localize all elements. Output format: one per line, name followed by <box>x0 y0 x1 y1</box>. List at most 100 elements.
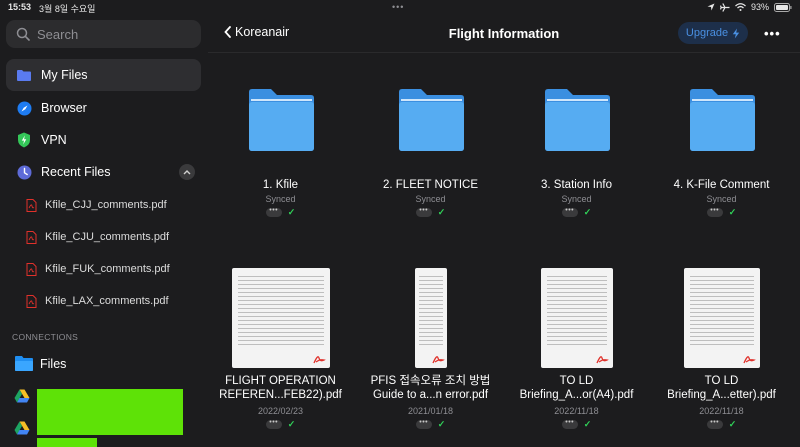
chevron-up-icon <box>183 170 191 175</box>
item-more-button[interactable]: ••• <box>415 207 432 217</box>
item-more-button[interactable]: ••• <box>706 207 723 217</box>
multitasking-handle[interactable]: ••• <box>392 2 404 12</box>
shield-icon <box>16 132 32 148</box>
sidebar-item-my-files[interactable]: My Files <box>6 59 201 91</box>
location-icon <box>707 3 715 11</box>
document-name-line2: Briefing_A...etter).pdf <box>667 389 776 401</box>
connection-google-drive[interactable] <box>14 389 30 403</box>
sidebar-item-label: My Files <box>41 68 88 82</box>
pdf-icon <box>311 351 327 365</box>
document-item[interactable]: PFIS 접속오류 조치 방법 Guide to a...n error.pdf… <box>358 268 503 430</box>
sidebar-item-recent-files[interactable]: Recent Files <box>6 156 201 188</box>
recent-file-item[interactable]: Kfile_CJJ_comments.pdf <box>26 195 167 215</box>
folder-item[interactable]: 4. K-File Comment Synced ••• ✓ <box>649 88 794 218</box>
status-bar-right: 93% <box>707 2 792 12</box>
sidebar-item-label: Browser <box>41 101 87 115</box>
document-name-line1: TO LD <box>704 375 739 387</box>
folder-item[interactable]: 3. Station Info Synced ••• ✓ <box>504 88 649 218</box>
search-placeholder: Search <box>37 26 79 42</box>
pdf-thumbnail <box>683 268 760 368</box>
sync-status: Synced <box>561 194 592 204</box>
item-more-button[interactable]: ••• <box>706 419 723 429</box>
folder-icon <box>544 89 610 151</box>
folder-name: 1. Kfile <box>262 179 299 191</box>
connection-google-drive[interactable] <box>14 421 30 435</box>
header-divider <box>208 52 800 53</box>
synced-check-icon: ✓ <box>287 207 296 217</box>
recent-file-name: Kfile_FUK_comments.pdf <box>45 263 170 275</box>
item-more-button[interactable]: ••• <box>265 419 282 429</box>
search-input[interactable]: Search <box>6 20 201 48</box>
connection-label: Files <box>40 356 67 371</box>
recent-file-item[interactable]: Kfile_FUK_comments.pdf <box>26 259 170 279</box>
document-date: 2022/11/18 <box>699 406 744 416</box>
document-item[interactable]: TO LD Briefing_A...etter).pdf 2022/11/18… <box>649 268 794 430</box>
recent-file-item[interactable]: Kfile_LAX_comments.pdf <box>26 291 169 311</box>
files-app-icon <box>15 356 33 371</box>
synced-check-icon: ✓ <box>437 419 446 429</box>
synced-check-icon: ✓ <box>728 419 737 429</box>
sidebar-item-label: VPN <box>41 133 67 147</box>
recent-file-name: Kfile_CJU_comments.pdf <box>45 231 170 243</box>
folder-name: 2. FLEET NOTICE <box>382 179 478 191</box>
recent-file-name: Kfile_CJJ_comments.pdf <box>45 199 167 211</box>
sidebar-item-browser[interactable]: Browser <box>6 92 201 124</box>
sync-status: Synced <box>265 194 296 204</box>
pdf-icon <box>741 351 757 365</box>
status-date: 3월 8일 수요일 <box>39 4 96 14</box>
folder-icon <box>689 89 755 151</box>
redacted-block <box>37 438 97 447</box>
folder-name: 3. Station Info <box>541 179 612 191</box>
connections-heading: CONNECTIONS <box>12 332 79 342</box>
search-icon <box>16 27 30 41</box>
synced-check-icon: ✓ <box>583 207 592 217</box>
connection-files[interactable]: Files <box>14 355 66 372</box>
sidebar: 15:53 3월 8일 수요일 Search My Files Browser … <box>0 0 208 447</box>
wifi-icon <box>735 3 746 11</box>
pdf-icon <box>594 351 610 365</box>
sidebar-item-label: Recent Files <box>41 165 111 179</box>
sync-status: Synced <box>706 194 737 204</box>
item-more-button[interactable]: ••• <box>561 207 578 217</box>
document-name-line1: TO LD <box>559 375 594 387</box>
folder-item[interactable]: 2. FLEET NOTICE Synced ••• ✓ <box>358 88 503 218</box>
document-item[interactable]: FLIGHT OPERATION REFEREN...FEB22).pdf 20… <box>208 268 353 430</box>
document-date: 2022/11/18 <box>554 406 599 416</box>
pdf-thumbnail <box>414 268 447 368</box>
document-name-line2: Guide to a...n error.pdf <box>372 389 489 401</box>
item-more-button[interactable]: ••• <box>265 207 282 217</box>
sidebar-item-vpn[interactable]: VPN <box>6 124 201 156</box>
pdf-thumbnail <box>231 268 330 368</box>
folder-item[interactable]: 1. Kfile Synced ••• ✓ <box>208 88 353 218</box>
document-name-line1: PFIS 접속오류 조치 방법 <box>370 375 491 387</box>
folder-icon <box>398 89 464 151</box>
pdf-file-icon <box>26 230 37 244</box>
compass-icon <box>16 100 32 116</box>
recent-file-name: Kfile_LAX_comments.pdf <box>45 295 169 307</box>
pdf-thumbnail <box>540 268 613 368</box>
pdf-file-icon <box>26 198 37 212</box>
sync-status: Synced <box>415 194 446 204</box>
collapse-recent-button[interactable] <box>179 164 195 180</box>
clock-icon <box>16 164 32 180</box>
lightning-icon <box>732 28 740 38</box>
recent-file-item[interactable]: Kfile_CJU_comments.pdf <box>26 227 169 247</box>
document-date: 2022/02/23 <box>257 406 304 416</box>
document-name-line1: FLIGHT OPERATION <box>225 375 336 387</box>
pdf-file-icon <box>26 262 37 276</box>
document-name-line2: REFEREN...FEB22).pdf <box>219 389 342 401</box>
more-options-button[interactable]: ••• <box>764 26 781 41</box>
battery-percent: 93% <box>750 2 769 12</box>
status-bar-left: 15:53 3월 8일 수요일 <box>8 2 95 15</box>
item-more-button[interactable]: ••• <box>415 419 432 429</box>
document-date: 2021/01/18 <box>407 406 454 416</box>
item-more-button[interactable]: ••• <box>561 419 578 429</box>
upgrade-button[interactable]: Upgrade <box>678 22 748 44</box>
synced-check-icon: ✓ <box>287 419 296 429</box>
google-drive-icon <box>14 421 30 435</box>
upgrade-label: Upgrade <box>685 27 729 39</box>
folder-name: 4. K-File Comment <box>673 179 770 191</box>
status-time: 15:53 <box>8 2 32 12</box>
airplane-icon <box>719 2 730 12</box>
document-item[interactable]: TO LD Briefing_A...or(A4).pdf 2022/11/18… <box>504 268 649 430</box>
